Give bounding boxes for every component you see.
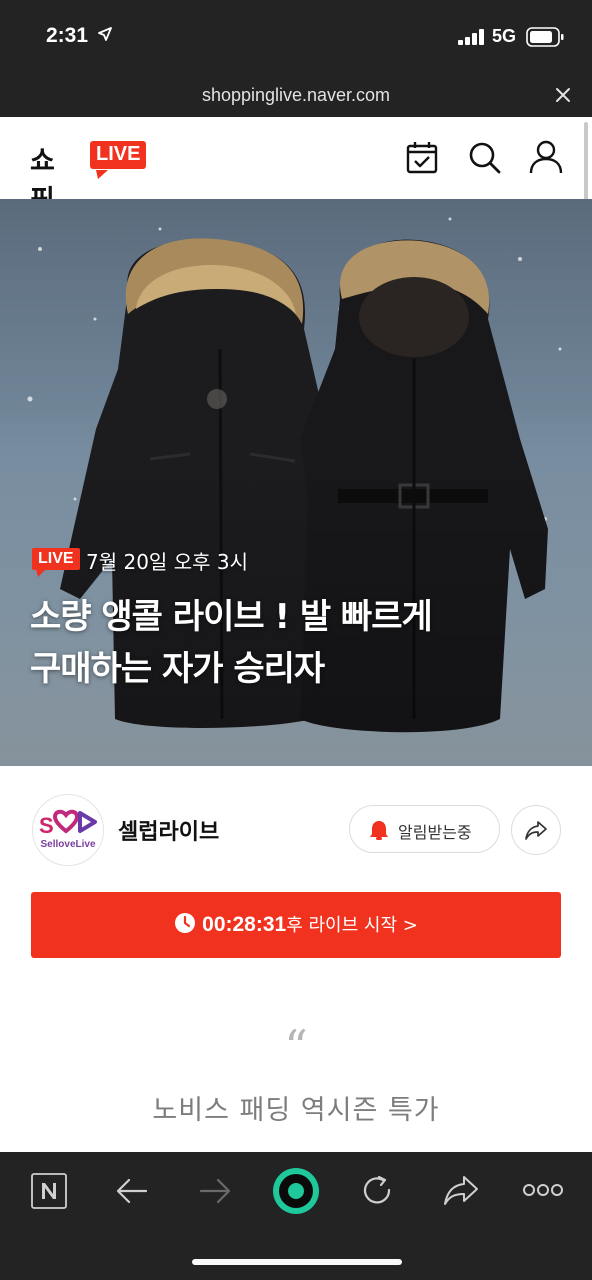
sellove-logo-icon: S bbox=[39, 809, 97, 838]
bell-icon bbox=[370, 821, 388, 840]
channel-name[interactable]: 셀럽라이브 bbox=[118, 814, 219, 846]
home-indicator[interactable] bbox=[192, 1259, 402, 1265]
search-icon[interactable] bbox=[466, 139, 502, 175]
share-icon[interactable] bbox=[442, 1173, 480, 1207]
notification-button[interactable]: 알림받는중 bbox=[349, 805, 500, 853]
location-arrow-icon bbox=[98, 27, 112, 41]
description-text: 노비스 패딩 역시즌 특가 bbox=[152, 1095, 440, 1126]
notification-label: 알림받는중 bbox=[398, 823, 472, 842]
logo-badge-tail bbox=[96, 170, 108, 179]
live-badge: LIVE bbox=[32, 548, 80, 570]
hero-banner[interactable]: LIVE 7월 20일 오후 3시 소량 앵콜 라이브 ! 발 빠르게 구매하는… bbox=[0, 199, 592, 766]
calendar-check-icon[interactable] bbox=[404, 139, 440, 175]
svg-text:S: S bbox=[39, 813, 54, 838]
live-badge-tail bbox=[36, 569, 46, 577]
url-bar[interactable]: shoppinglive.naver.com bbox=[0, 78, 592, 117]
countdown-time: 00:28:31 bbox=[202, 913, 287, 936]
green-dot-icon[interactable] bbox=[272, 1167, 320, 1215]
close-icon[interactable] bbox=[554, 86, 572, 104]
cellular-signal-icon bbox=[458, 29, 484, 45]
more-icon[interactable] bbox=[523, 1182, 563, 1198]
share-button[interactable] bbox=[511, 805, 561, 855]
live-countdown-button[interactable]: 00:28:31후 라이브 시작 > bbox=[31, 892, 561, 958]
avatar-brand-text: SelloveLive bbox=[40, 839, 96, 850]
status-time: 2:31 bbox=[46, 24, 89, 47]
clock-icon bbox=[175, 913, 196, 933]
naver-n-icon[interactable] bbox=[31, 1173, 67, 1209]
battery-icon bbox=[526, 27, 564, 47]
countdown-suffix: 후 라이브 시작 > bbox=[286, 915, 418, 936]
share-arrow-icon bbox=[525, 821, 547, 840]
back-arrow-icon[interactable] bbox=[116, 1176, 148, 1206]
forward-arrow-icon[interactable] bbox=[199, 1176, 231, 1206]
quote-mark: “ bbox=[284, 1020, 308, 1074]
live-title-line-2: 구매하는 자가 승리자 bbox=[30, 649, 325, 689]
network-type: 5G bbox=[492, 26, 517, 46]
status-bar: 2:31 5G bbox=[0, 0, 592, 78]
live-schedule-date: 7월 20일 오후 3시 bbox=[86, 550, 248, 574]
logo-live-badge: LIVE bbox=[90, 141, 147, 169]
live-title: 소량 앵콜 라이브 ! 발 빠르게 구매하는 자가 승리자 bbox=[30, 591, 560, 695]
app-header: 쇼핑 LIVE bbox=[0, 117, 592, 216]
channel-avatar[interactable]: S SelloveLive bbox=[32, 794, 104, 866]
refresh-icon[interactable] bbox=[361, 1174, 395, 1208]
countdown-content: 00:28:31후 라이브 시작 > bbox=[31, 911, 561, 937]
url-domain[interactable]: shoppinglive.naver.com bbox=[0, 85, 592, 106]
user-icon[interactable] bbox=[528, 139, 564, 175]
live-title-line-1: 소량 앵콜 라이브 ! 발 빠르게 bbox=[30, 597, 433, 637]
